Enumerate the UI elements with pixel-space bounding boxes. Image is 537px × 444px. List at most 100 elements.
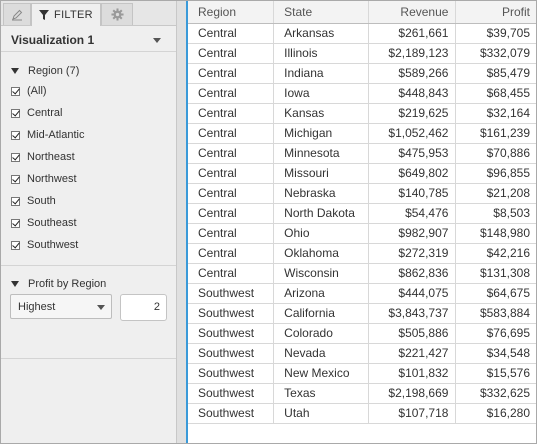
checkbox-checked-icon[interactable] — [11, 86, 20, 96]
cell-state: Iowa — [273, 83, 370, 104]
cell-state: Nebraska — [273, 183, 370, 204]
cell-state: Ohio — [273, 223, 370, 244]
divider — [1, 358, 176, 359]
cell-profit: $21,208 — [455, 183, 536, 204]
cell-profit: $16,280 — [455, 403, 536, 424]
cell-profit: $161,239 — [455, 123, 536, 144]
checkbox-label: Southeast — [27, 217, 77, 229]
checkbox-checked-icon[interactable] — [11, 174, 20, 184]
cell-profit: $42,216 — [455, 243, 536, 264]
column-header-state[interactable]: State — [273, 1, 370, 24]
tab-filter[interactable]: FILTER — [31, 3, 101, 26]
cell-revenue: $272,319 — [368, 243, 457, 264]
cell-revenue: $444,075 — [368, 283, 457, 304]
profit-filter-header[interactable]: Profit by Region — [11, 278, 106, 290]
funnel-icon — [39, 10, 50, 20]
cell-state: Nevada — [273, 343, 370, 364]
cell-profit: $583,884 — [455, 303, 536, 324]
cell-state: Arkansas — [273, 23, 370, 44]
region-filter-label: Region (7) — [28, 65, 80, 77]
checkbox-all[interactable]: (All) — [11, 83, 47, 99]
cell-profit: $85,479 — [455, 63, 536, 84]
gear-icon — [110, 8, 124, 21]
cell-revenue: $862,836 — [368, 263, 457, 284]
checkbox-southwest[interactable]: Southwest — [11, 237, 78, 253]
profit-filter-label: Profit by Region — [28, 278, 107, 290]
cell-revenue: $3,843,737 — [368, 303, 457, 324]
checkbox-checked-icon[interactable] — [11, 108, 20, 118]
checkbox-label: South — [27, 195, 56, 207]
collapse-triangle-icon — [11, 281, 19, 287]
checkbox-south[interactable]: South — [11, 193, 56, 209]
results-table-container: Region State Revenue Profit Central Arkan… — [188, 1, 536, 443]
cell-region: Central — [188, 143, 275, 164]
tab-filter-label: FILTER — [54, 9, 93, 21]
cell-region: Central — [188, 63, 275, 84]
table-row[interactable]: Central Kansas $219,625 $32,164 — [188, 103, 536, 124]
table-row[interactable]: Central Missouri $649,802 $96,855 — [188, 163, 536, 184]
cell-profit: $68,455 — [455, 83, 536, 104]
checkbox-label: Central — [27, 107, 63, 119]
cell-region: Central — [188, 263, 275, 284]
checkbox-southeast[interactable]: Southeast — [11, 215, 77, 231]
table-row[interactable]: Central Illinois $2,189,123 $332,079 — [188, 43, 536, 64]
visualization-selector[interactable]: Visualization 1 — [1, 27, 176, 51]
panel-splitter[interactable] — [177, 1, 186, 443]
cell-profit: $34,548 — [455, 343, 536, 364]
tab-settings[interactable] — [101, 3, 133, 25]
column-header-revenue[interactable]: Revenue — [368, 1, 457, 24]
table-row[interactable]: Central Oklahoma $272,319 $42,216 — [188, 243, 536, 264]
cell-revenue: $219,625 — [368, 103, 457, 124]
tab-edit[interactable] — [3, 3, 31, 25]
table-row[interactable]: Southwest Colorado $505,886 $76,695 — [188, 323, 536, 344]
table-row[interactable]: Central Iowa $448,843 $68,455 — [188, 83, 536, 104]
cell-state: California — [273, 303, 370, 324]
cell-revenue: $107,718 — [368, 403, 457, 424]
results-table: Region State Revenue Profit Central Arkan… — [188, 1, 536, 424]
cell-state: Kansas — [273, 103, 370, 124]
table-row[interactable]: Southwest Nevada $221,427 $34,548 — [188, 343, 536, 364]
table-row[interactable]: Central Indiana $589,266 $85,479 — [188, 63, 536, 84]
table-row[interactable]: Central North Dakota $54,476 $8,503 — [188, 203, 536, 224]
cell-region: Central — [188, 223, 275, 244]
table-row[interactable]: Southwest Arizona $444,075 $64,675 — [188, 283, 536, 304]
column-header-profit[interactable]: Profit — [455, 1, 536, 24]
table-row[interactable]: Central Nebraska $140,785 $21,208 — [188, 183, 536, 204]
rank-mode-select[interactable]: Highest — [10, 294, 112, 319]
table-row[interactable]: Southwest California $3,843,737 $583,884 — [188, 303, 536, 324]
table-row[interactable]: Southwest Utah $107,718 $16,280 — [188, 403, 536, 424]
cell-state: Colorado — [273, 323, 370, 344]
checkbox-label: Northwest — [27, 173, 77, 185]
checkbox-central[interactable]: Central — [11, 105, 62, 121]
cell-revenue: $589,266 — [368, 63, 457, 84]
filter-panel: FILTER Visualization 1 Region (7) (All) … — [1, 1, 177, 443]
table-row[interactable]: Central Arkansas $261,661 $39,705 — [188, 23, 536, 44]
checkbox-northwest[interactable]: Northwest — [11, 171, 77, 187]
table-row[interactable]: Southwest Texas $2,198,669 $332,625 — [188, 383, 536, 404]
table-row[interactable]: Central Ohio $982,907 $148,980 — [188, 223, 536, 244]
cell-region: Central — [188, 83, 275, 104]
cell-region: Southwest — [188, 383, 275, 404]
cell-region: Central — [188, 203, 275, 224]
table-row[interactable]: Central Wisconsin $862,836 $131,308 — [188, 263, 536, 284]
cell-revenue: $261,661 — [368, 23, 457, 44]
checkbox-checked-icon[interactable] — [11, 130, 20, 140]
panel-tabs: FILTER — [1, 1, 176, 26]
collapse-triangle-icon — [11, 68, 19, 74]
checkbox-mid-atlantic[interactable]: Mid-Atlantic — [11, 127, 84, 143]
region-filter-header[interactable]: Region (7) — [11, 65, 79, 77]
chevron-down-icon — [153, 38, 161, 43]
checkbox-checked-icon[interactable] — [11, 152, 20, 162]
checkbox-label: (All) — [27, 85, 47, 97]
column-header-region[interactable]: Region — [188, 1, 275, 24]
table-row[interactable]: Central Minnesota $475,953 $70,886 — [188, 143, 536, 164]
cell-revenue: $2,189,123 — [368, 43, 457, 64]
checkbox-checked-icon[interactable] — [11, 218, 20, 228]
table-row[interactable]: Southwest New Mexico $101,832 $15,576 — [188, 363, 536, 384]
rank-count-input[interactable]: 2 — [120, 294, 167, 321]
cell-revenue: $54,476 — [368, 203, 457, 224]
table-row[interactable]: Central Michigan $1,052,462 $161,239 — [188, 123, 536, 144]
checkbox-checked-icon[interactable] — [11, 240, 20, 250]
checkbox-northeast[interactable]: Northeast — [11, 149, 75, 165]
checkbox-checked-icon[interactable] — [11, 196, 20, 206]
